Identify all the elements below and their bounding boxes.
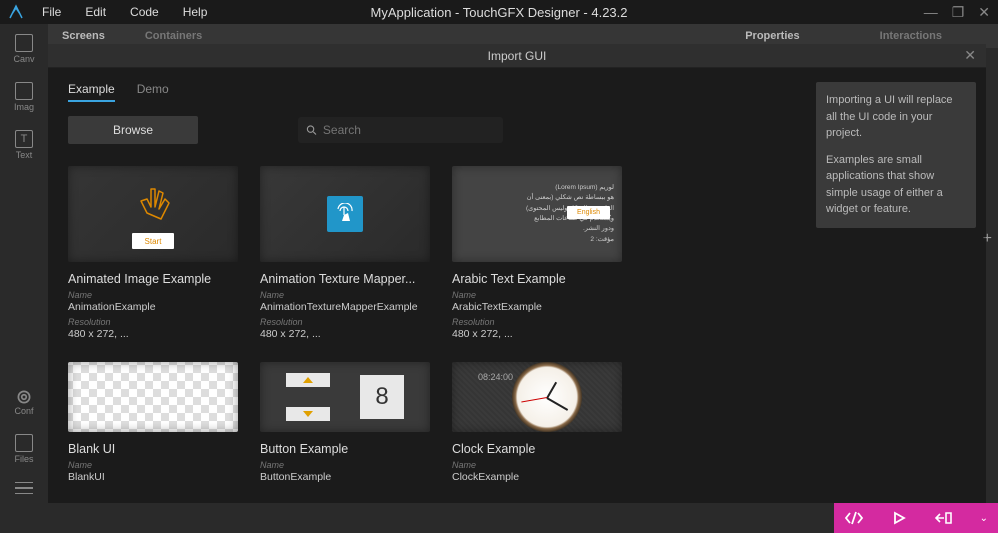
card-clock-example[interactable]: 08:24:00 Clock Example Name ClockExample — [452, 362, 622, 483]
menubar: File Edit Code Help MyApplication - Touc… — [0, 0, 998, 24]
info-text-1: Importing a UI will replace all the UI c… — [826, 92, 966, 142]
modal-title: Import GUI — [488, 49, 547, 63]
name-label: Name — [260, 460, 430, 470]
minimize-icon[interactable]: — — [924, 4, 938, 21]
code-button[interactable] — [844, 511, 864, 525]
footer-bar: ⌄ — [834, 503, 998, 533]
tab-screens[interactable]: Screens — [62, 30, 105, 42]
name-label: Name — [452, 460, 622, 470]
name-value: ArabicTextExample — [452, 301, 622, 313]
thumb-blank-ui — [68, 362, 238, 432]
card-arabic-text[interactable]: لوريم (Lorem Ipsum) هو ببساطة نص شكلي (ب… — [452, 166, 622, 340]
name-label: Name — [452, 290, 622, 300]
deploy-button[interactable] — [934, 511, 952, 525]
modal-header: Import GUI ✕ — [48, 44, 986, 68]
name-value: AnimationExample — [68, 301, 238, 313]
english-button: English — [567, 206, 610, 219]
thumb-clock-example: 08:24:00 — [452, 362, 622, 432]
card-animated-image[interactable]: Start Animated Image Example Name Animat… — [68, 166, 238, 340]
tab-demo[interactable]: Demo — [137, 82, 169, 102]
digit-display: 8 — [360, 375, 404, 419]
card-title: Clock Example — [452, 442, 622, 456]
card-blank-ui[interactable]: Blank UI Name BlankUI — [68, 362, 238, 483]
hand-icon — [129, 179, 177, 227]
info-text-2: Examples are small applications that sho… — [826, 152, 966, 218]
name-label: Name — [68, 290, 238, 300]
thumb-arabic-text: لوريم (Lorem Ipsum) هو ببساطة نص شكلي (ب… — [452, 166, 622, 262]
close-window-icon[interactable]: ✕ — [978, 4, 990, 21]
hamburger-icon[interactable] — [15, 482, 33, 494]
app-logo — [8, 4, 24, 20]
menu-file[interactable]: File — [42, 5, 61, 19]
res-value: 480 x 272, ... — [68, 328, 238, 340]
touch-tile-icon — [327, 196, 363, 232]
name-label: Name — [68, 460, 238, 470]
card-button-example[interactable]: 8 Button Example Name ButtonExample — [260, 362, 430, 483]
name-value: AnimationTextureMapperExample — [260, 301, 430, 313]
nav-config[interactable]: Conf — [6, 388, 42, 416]
down-button-icon — [286, 407, 330, 421]
search-icon — [306, 124, 317, 136]
card-animation-texture[interactable]: Animation Texture Mapper... Name Animati… — [260, 166, 430, 340]
thumb-animation-texture — [260, 166, 430, 262]
card-title: Button Example — [260, 442, 430, 456]
thumb-animated-image: Start — [68, 166, 238, 262]
nav-texts[interactable]: TText — [6, 130, 42, 160]
example-grid: Start Animated Image Example Name Animat… — [68, 166, 786, 483]
tab-example[interactable]: Example — [68, 82, 115, 102]
nav-files[interactable]: Files — [6, 434, 42, 464]
import-gui-modal: Import GUI ✕ Example Demo Browse Start — [48, 48, 986, 503]
play-button[interactable] — [892, 511, 906, 525]
res-value: 480 x 272, ... — [260, 328, 430, 340]
nav-images[interactable]: Imag — [6, 82, 42, 112]
up-button-icon — [286, 373, 330, 387]
modal-tabs: Example Demo — [68, 82, 786, 102]
tab-properties[interactable]: Properties — [745, 30, 799, 42]
nav-canvas[interactable]: Canv — [6, 34, 42, 64]
thumb-button-example: 8 — [260, 362, 430, 432]
menu-code[interactable]: Code — [130, 5, 159, 19]
card-title: Animated Image Example — [68, 272, 238, 286]
modal-info-panel: Importing a UI will replace all the UI c… — [806, 68, 986, 503]
window-title: MyApplication - TouchGFX Designer - 4.23… — [371, 5, 628, 20]
chevron-down-icon[interactable]: ⌄ — [980, 513, 988, 524]
tab-interactions[interactable]: Interactions — [880, 30, 942, 42]
search-input[interactable] — [323, 123, 495, 137]
clock-face-icon — [512, 362, 582, 432]
menu-help[interactable]: Help — [183, 5, 208, 19]
res-label: Resolution — [260, 317, 430, 327]
maximize-icon[interactable]: ❐ — [952, 4, 965, 21]
name-value: ClockExample — [452, 471, 622, 483]
left-nav: Canv Imag TText Conf Files — [0, 24, 48, 504]
card-title: Blank UI — [68, 442, 238, 456]
res-value: 480 x 272, ... — [452, 328, 622, 340]
tab-containers[interactable]: Containers — [145, 30, 202, 42]
window-controls: — ❐ ✕ — [924, 4, 990, 21]
name-value: ButtonExample — [260, 471, 430, 483]
name-value: BlankUI — [68, 471, 238, 483]
res-label: Resolution — [68, 317, 238, 327]
res-label: Resolution — [452, 317, 622, 327]
card-title: Animation Texture Mapper... — [260, 272, 430, 286]
search-box[interactable] — [298, 117, 503, 143]
start-button: Start — [132, 233, 174, 249]
card-title: Arabic Text Example — [452, 272, 622, 286]
browse-button[interactable]: Browse — [68, 116, 198, 144]
menu-edit[interactable]: Edit — [85, 5, 106, 19]
time-text: 08:24:00 — [478, 372, 513, 382]
close-icon[interactable]: ✕ — [964, 47, 976, 64]
name-label: Name — [260, 290, 430, 300]
